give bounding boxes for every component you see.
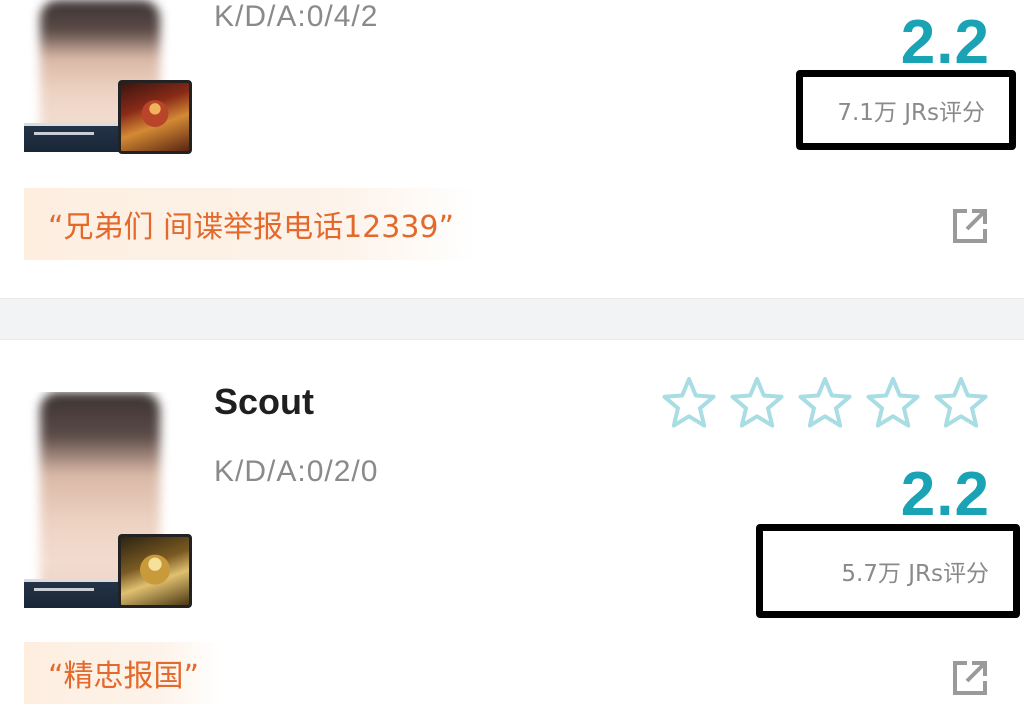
player-quote[interactable]: “兄弟们 间谍举报电话12339” [24, 188, 477, 260]
kda-stats: K/D/A:0/4/2 [214, 0, 379, 33]
player-score: 2.2 [900, 460, 990, 529]
champion-icon [118, 80, 192, 154]
rating-count: 5.7万 JRs评分 [841, 561, 989, 587]
rating-count: 7.1万 JRs评分 [837, 100, 985, 126]
share-external-icon[interactable] [950, 658, 990, 698]
rating-count-box: 7.1万 JRs评分 [796, 70, 1016, 150]
player-rating-card: Scout K/D/A:0/2/0 2.2 5.7万 JRs评分 “精忠报国” [0, 340, 1024, 704]
champion-icon [118, 534, 192, 608]
player-name: Scout [214, 381, 315, 422]
player-quote[interactable]: “精忠报国” [24, 642, 222, 704]
star-outline-icon[interactable] [728, 375, 786, 431]
kda-stats: K/D/A:0/2/0 [214, 455, 379, 488]
share-external-icon[interactable] [950, 206, 990, 246]
player-score: 2.2 [900, 8, 990, 77]
star-outline-icon[interactable] [796, 375, 854, 431]
rating-count-box: 5.7万 JRs评分 [756, 524, 1020, 618]
star-rating[interactable] [660, 375, 990, 431]
star-outline-icon[interactable] [932, 375, 990, 431]
star-outline-icon[interactable] [864, 375, 922, 431]
star-outline-icon[interactable] [660, 375, 718, 431]
player-rating-card: K/D/A:0/4/2 2.2 7.1万 JRs评分 “兄弟们 间谍举报电话12… [0, 0, 1024, 298]
card-divider [0, 298, 1024, 340]
